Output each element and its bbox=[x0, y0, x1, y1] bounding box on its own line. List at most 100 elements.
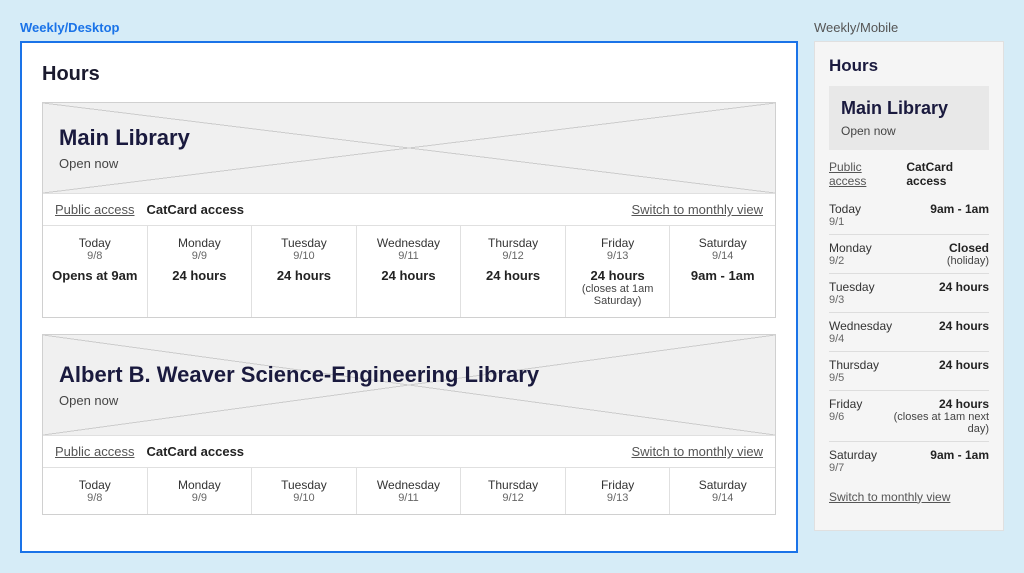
access-tabs-left-science: Public access CatCard access bbox=[55, 444, 244, 459]
mobile-day: Thursday9/5 bbox=[829, 358, 879, 384]
library-name-main: Main Library bbox=[59, 125, 190, 151]
hours-cell-sat-science: Saturday 9/14 bbox=[670, 468, 775, 514]
mobile-hours-row: Tuesday9/3 24 hours bbox=[829, 274, 989, 313]
day-date-tue-main: 9/10 bbox=[260, 250, 348, 262]
day-date-fri-science: 9/13 bbox=[574, 492, 662, 504]
mobile-panel-label: Weekly/Mobile bbox=[814, 20, 1004, 35]
mobile-day-name: Today bbox=[829, 202, 874, 216]
hours-cell-thu-science: Thursday 9/12 bbox=[461, 468, 566, 514]
mobile-hours-val: 24 hours bbox=[939, 358, 989, 372]
day-name-wed-science: Wednesday bbox=[365, 478, 453, 492]
hours-cell-mon-science: Monday 9/9 bbox=[148, 468, 253, 514]
mobile-day-date: 9/7 bbox=[829, 462, 877, 474]
mobile-hours-note: (closes at 1am next day) bbox=[874, 411, 989, 435]
page-title: Hours bbox=[42, 63, 776, 86]
day-name-sat-science: Saturday bbox=[678, 478, 767, 492]
mobile-library-status: Open now bbox=[841, 124, 977, 138]
mobile-day-date: 9/1 bbox=[829, 216, 874, 228]
day-date-wed-science: 9/11 bbox=[365, 492, 453, 504]
mobile-day-name: Wednesday bbox=[829, 319, 892, 333]
day-name-thu-main: Thursday bbox=[469, 236, 557, 250]
hours-cell-tue-science: Tuesday 9/10 bbox=[252, 468, 357, 514]
day-date-today-main: 9/8 bbox=[51, 250, 139, 262]
mobile-day: Today9/1 bbox=[829, 202, 874, 228]
day-name-tue-main: Tuesday bbox=[260, 236, 348, 250]
library-status-main: Open now bbox=[59, 156, 190, 171]
mobile-day-date: 9/2 bbox=[829, 255, 874, 267]
mobile-catcard-access-tab[interactable]: CatCard access bbox=[906, 160, 989, 188]
mobile-library-card: Main Library Open now bbox=[829, 86, 989, 150]
hours-cell-fri-science: Friday 9/13 bbox=[566, 468, 671, 514]
mobile-day: Friday9/6 bbox=[829, 397, 874, 423]
hours-value-wed-main: 24 hours bbox=[365, 268, 453, 283]
mobile-access-tabs: Public access CatCard access bbox=[829, 160, 989, 188]
library-image-main: Main Library Open now bbox=[43, 103, 775, 193]
mobile-day-name: Thursday bbox=[829, 358, 879, 372]
mobile-day: Monday9/2 bbox=[829, 241, 874, 267]
hours-value-sat-main: 9am - 1am bbox=[678, 268, 767, 283]
library-status-science: Open now bbox=[59, 393, 539, 408]
mobile-day-name: Tuesday bbox=[829, 280, 875, 294]
hours-value-today-main: Opens at 9am bbox=[51, 268, 139, 283]
mobile-day: Saturday9/7 bbox=[829, 448, 877, 474]
hours-cell-wed-science: Wednesday 9/11 bbox=[357, 468, 462, 514]
mobile-day-date: 9/5 bbox=[829, 372, 879, 384]
desktop-panel-label: Weekly/Desktop bbox=[20, 20, 798, 35]
hours-value-tue-main: 24 hours bbox=[260, 268, 348, 283]
mobile-library-name: Main Library bbox=[841, 98, 977, 120]
access-tabs-science: Public access CatCard access Switch to m… bbox=[43, 435, 775, 467]
mobile-day-date: 9/6 bbox=[829, 411, 874, 423]
mobile-hours-list: Today9/1 9am - 1am Monday9/2Closed(holiday… bbox=[829, 196, 989, 480]
library-card-science: Albert B. Weaver Science-Engineering Lib… bbox=[42, 334, 776, 515]
mobile-hours-row: Saturday9/7 9am - 1am bbox=[829, 442, 989, 480]
mobile-hours-val: 24 hours bbox=[939, 280, 989, 294]
day-name-fri-main: Friday bbox=[574, 236, 662, 250]
switch-monthly-view-science[interactable]: Switch to monthly view bbox=[632, 444, 764, 459]
public-access-tab-main[interactable]: Public access bbox=[55, 202, 134, 217]
library-image-science: Albert B. Weaver Science-Engineering Lib… bbox=[43, 335, 775, 435]
mobile-frame: Hours Main Library Open now Public acces… bbox=[814, 41, 1004, 531]
day-name-fri-science: Friday bbox=[574, 478, 662, 492]
hours-value-thu-main: 24 hours bbox=[469, 268, 557, 283]
library-info-main: Main Library Open now bbox=[59, 125, 190, 170]
mobile-day: Wednesday9/4 bbox=[829, 319, 892, 345]
day-date-tue-science: 9/10 bbox=[260, 492, 348, 504]
mobile-hours-row: Today9/1 9am - 1am bbox=[829, 196, 989, 235]
day-date-sat-main: 9/14 bbox=[678, 250, 767, 262]
desktop-frame: Hours Main Library Open now Public acces… bbox=[20, 41, 798, 553]
hours-cell-fri-main: Friday 9/13 24 hours (closes at 1am Satu… bbox=[566, 226, 671, 317]
library-name-science: Albert B. Weaver Science-Engineering Lib… bbox=[59, 362, 539, 388]
switch-monthly-view-main[interactable]: Switch to monthly view bbox=[632, 202, 764, 217]
mobile-hours-row: Thursday9/5 24 hours bbox=[829, 352, 989, 391]
mobile-hours-val: 24 hours bbox=[939, 319, 989, 333]
access-tabs-main: Public access CatCard access Switch to m… bbox=[43, 193, 775, 225]
hours-cell-tue-main: Tuesday 9/10 24 hours bbox=[252, 226, 357, 317]
day-name-thu-science: Thursday bbox=[469, 478, 557, 492]
catcard-access-tab-main[interactable]: CatCard access bbox=[146, 202, 244, 217]
mobile-switch-view[interactable]: Switch to monthly view bbox=[829, 490, 989, 504]
day-date-fri-main: 9/13 bbox=[574, 250, 662, 262]
hours-cell-wed-main: Wednesday 9/11 24 hours bbox=[357, 226, 462, 317]
hours-cell-today-main: Today 9/8 Opens at 9am bbox=[43, 226, 148, 317]
day-name-tue-science: Tuesday bbox=[260, 478, 348, 492]
mobile-public-access-tab[interactable]: Public access bbox=[829, 160, 896, 188]
day-date-thu-main: 9/12 bbox=[469, 250, 557, 262]
hours-cell-mon-main: Monday 9/9 24 hours bbox=[148, 226, 253, 317]
library-info-science: Albert B. Weaver Science-Engineering Lib… bbox=[59, 362, 539, 407]
mobile-hours-val: 24 hours(closes at 1am next day) bbox=[874, 397, 989, 435]
mobile-hours-val: 9am - 1am bbox=[930, 448, 989, 462]
mobile-hours-val: 9am - 1am bbox=[930, 202, 989, 216]
mobile-day-name: Friday bbox=[829, 397, 874, 411]
mobile-hours-row: Wednesday9/4 24 hours bbox=[829, 313, 989, 352]
mobile-day-date: 9/3 bbox=[829, 294, 875, 306]
mobile-day-date: 9/4 bbox=[829, 333, 892, 345]
public-access-tab-science[interactable]: Public access bbox=[55, 444, 134, 459]
day-date-sat-science: 9/14 bbox=[678, 492, 767, 504]
hours-value-fri-main: 24 hours bbox=[574, 268, 662, 283]
mobile-hours-row: Monday9/2Closed(holiday) bbox=[829, 235, 989, 274]
day-date-mon-science: 9/9 bbox=[156, 492, 244, 504]
day-name-wed-main: Wednesday bbox=[365, 236, 453, 250]
catcard-access-tab-science[interactable]: CatCard access bbox=[146, 444, 244, 459]
day-date-thu-science: 9/12 bbox=[469, 492, 557, 504]
day-name-mon-main: Monday bbox=[156, 236, 244, 250]
